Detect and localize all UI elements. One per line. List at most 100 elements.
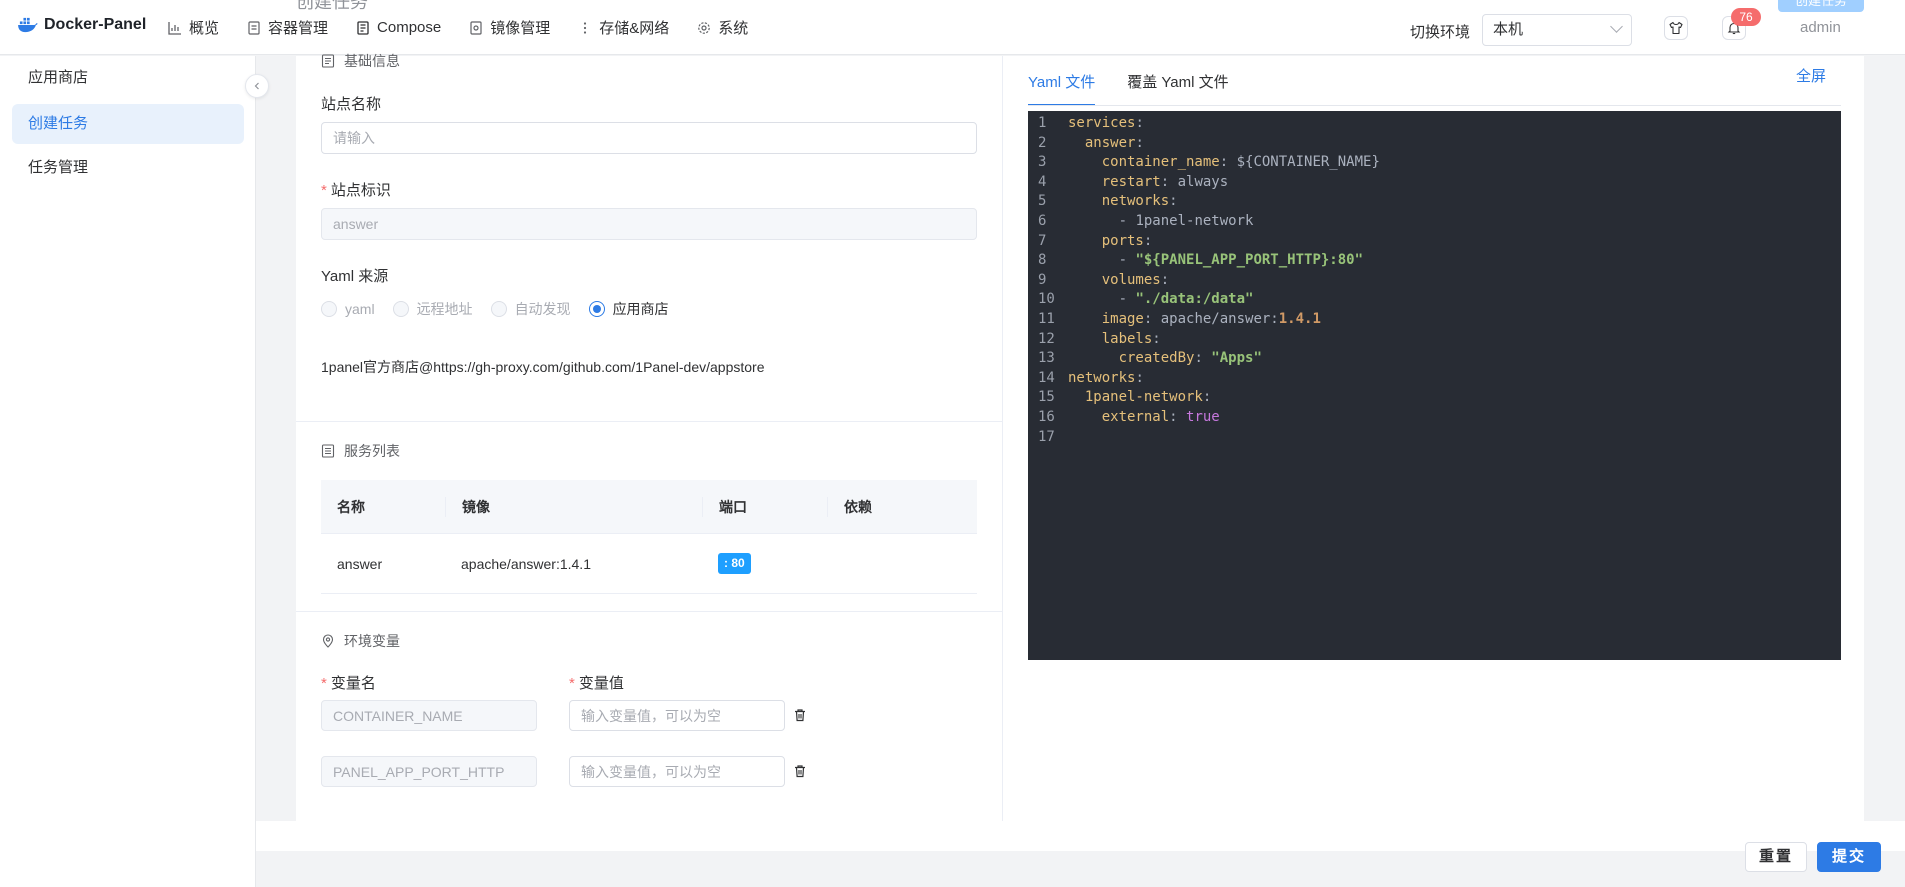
env-select[interactable]: 本机 [1482,14,1632,46]
code-line: 16 external: true [1028,408,1841,428]
sidebar-item-create-task[interactable]: 创建任务 [12,104,244,144]
line-number: 4 [1038,173,1047,190]
service-image: apache/answer:1.4.1 [461,555,591,572]
line-number: 14 [1038,369,1055,386]
line-number: 2 [1038,134,1047,151]
var-value-input[interactable] [569,700,785,731]
yaml-key: 1panel-network [1084,389,1203,406]
nav-item-label: 系统 [718,20,749,37]
service-port-cell: : 80 [702,553,827,574]
site-id-input[interactable] [321,208,977,240]
yaml-key: createdBy [1118,350,1195,367]
yaml-value: 1panel-network [1135,212,1254,229]
port-tag: : 80 [718,553,751,574]
column-header-port: 端口 [702,496,827,517]
section-title-text: 环境变量 [344,633,400,649]
nav-item-label: 存储&网络 [599,20,670,37]
fullscreen-button[interactable]: 全屏 [1796,65,1826,86]
radio-yaml[interactable]: yaml [321,301,375,317]
divider [296,421,1002,422]
trash-icon[interactable] [793,764,807,778]
radio-remote[interactable]: 远程地址 [392,299,473,319]
sidebar: 应用商店 创建任务 任务管理 [0,56,256,887]
sidebar-item-app-store[interactable]: 应用商店 [12,58,244,98]
section-title-text: 服务列表 [344,443,400,459]
section-title-text: 基础信息 [344,53,400,69]
var-name-input[interactable] [321,700,537,731]
trash-icon[interactable] [793,708,807,722]
var-value-input[interactable] [569,756,785,787]
radio-label: yaml [345,301,375,317]
nav-item-containers[interactable]: 容器管理 [247,0,328,55]
form-footer [256,821,1905,851]
line-number: 5 [1038,193,1047,210]
code-line: 12 labels: [1028,330,1841,350]
site-id-label: * 站点标识 [321,182,391,199]
tab-divider [1028,105,1841,106]
radio-label: 远程地址 [416,301,473,317]
yaml-key: answer [1084,134,1136,151]
line-number: 7 [1038,232,1047,249]
var-name-input[interactable] [321,756,537,787]
table-row[interactable]: answer apache/answer:1.4.1 : 80 [321,534,977,594]
service-list-section-title: 服务列表 [321,441,400,461]
tab-yaml-file[interactable]: Yaml 文件 [1028,66,1096,106]
user-menu[interactable]: admin [1800,19,1841,36]
code-line: 8 - "${PANEL_APP_PORT_HTTP}:80" [1028,251,1841,271]
line-number: 12 [1038,330,1055,347]
notification-badge: 76 [1731,8,1761,26]
tab-override-yaml-file[interactable]: 覆盖 Yaml 文件 [1127,66,1228,106]
var-name-label-text: 变量名 [330,675,376,692]
reset-button[interactable]: 重置 [1745,842,1807,872]
yaml-string: "Apps" [1211,350,1262,367]
code-line: 13 createdBy: "Apps" [1028,349,1841,369]
code-line: 15 1panel-network: [1028,388,1841,408]
nav-item-storage-network[interactable]: 存储&网络 [578,0,669,55]
nav-item-overview[interactable]: 概览 [168,0,219,55]
yaml-key: networks [1101,193,1170,210]
code-line: 7 ports: [1028,232,1841,252]
yaml-key: container_name [1101,154,1220,171]
code-line: 11 image: apache/answer: 1.4.1 [1028,310,1841,330]
line-number: 6 [1038,212,1047,229]
nav-item-label: Compose [377,19,442,36]
yaml-key: ports [1101,232,1144,249]
site-name-label: 站点名称 [321,96,382,113]
brand-name: Docker-Panel [44,16,147,33]
chevron-left-icon [254,82,259,90]
location-icon [322,634,334,648]
radio-dot [490,301,507,317]
sidebar-collapse-button[interactable] [245,74,269,98]
column-header-depends: 依赖 [827,496,977,517]
code-line: 6 - 1panel-network [1028,212,1841,232]
site-name-input[interactable] [321,122,977,154]
site-id-label-text: 站点标识 [330,182,391,199]
table-header: 名称 镜像 端口 依赖 [321,480,977,534]
brand[interactable]: Docker-Panel [16,16,146,34]
yaml-key: image [1101,310,1144,327]
create-task-header-button[interactable]: 创建任务 [1778,0,1864,12]
theme-button[interactable] [1664,16,1688,40]
yaml-value: ${CONTAINER_NAME} [1236,154,1380,171]
yaml-key: labels [1101,330,1153,347]
line-number: 9 [1038,271,1047,288]
sidebar-item-task-management[interactable]: 任务管理 [12,148,244,188]
list-icon [321,444,335,458]
nav-item-compose[interactable]: Compose [356,0,441,55]
main-nav: 概览 容器管理 Compose 镜像管理 存储&网络 系统 [168,0,776,55]
code-line: 2 answer: [1028,134,1841,154]
env-vars-section-title: 环境变量 [321,631,400,651]
radio-dot [321,301,337,317]
var-value-label-text: 变量值 [578,675,624,692]
yaml-key: volumes [1101,271,1161,288]
yaml-code-editor[interactable]: 1 services: 2 answer: 3 container_name: $… [1028,111,1841,660]
radio-dot [392,301,409,317]
submit-button[interactable]: 提交 [1817,842,1881,872]
service-table: 名称 镜像 端口 依赖 answer apache/answer:1.4.1 :… [321,480,977,594]
nav-item-system[interactable]: 系统 [697,0,748,55]
radio-auto-discover[interactable]: 自动发现 [490,299,571,319]
nav-item-images[interactable]: 镜像管理 [469,0,550,55]
code-line: 9 volumes: [1028,271,1841,291]
radio-app-store[interactable]: 应用商店 [588,299,669,319]
compose-icon [357,20,369,35]
